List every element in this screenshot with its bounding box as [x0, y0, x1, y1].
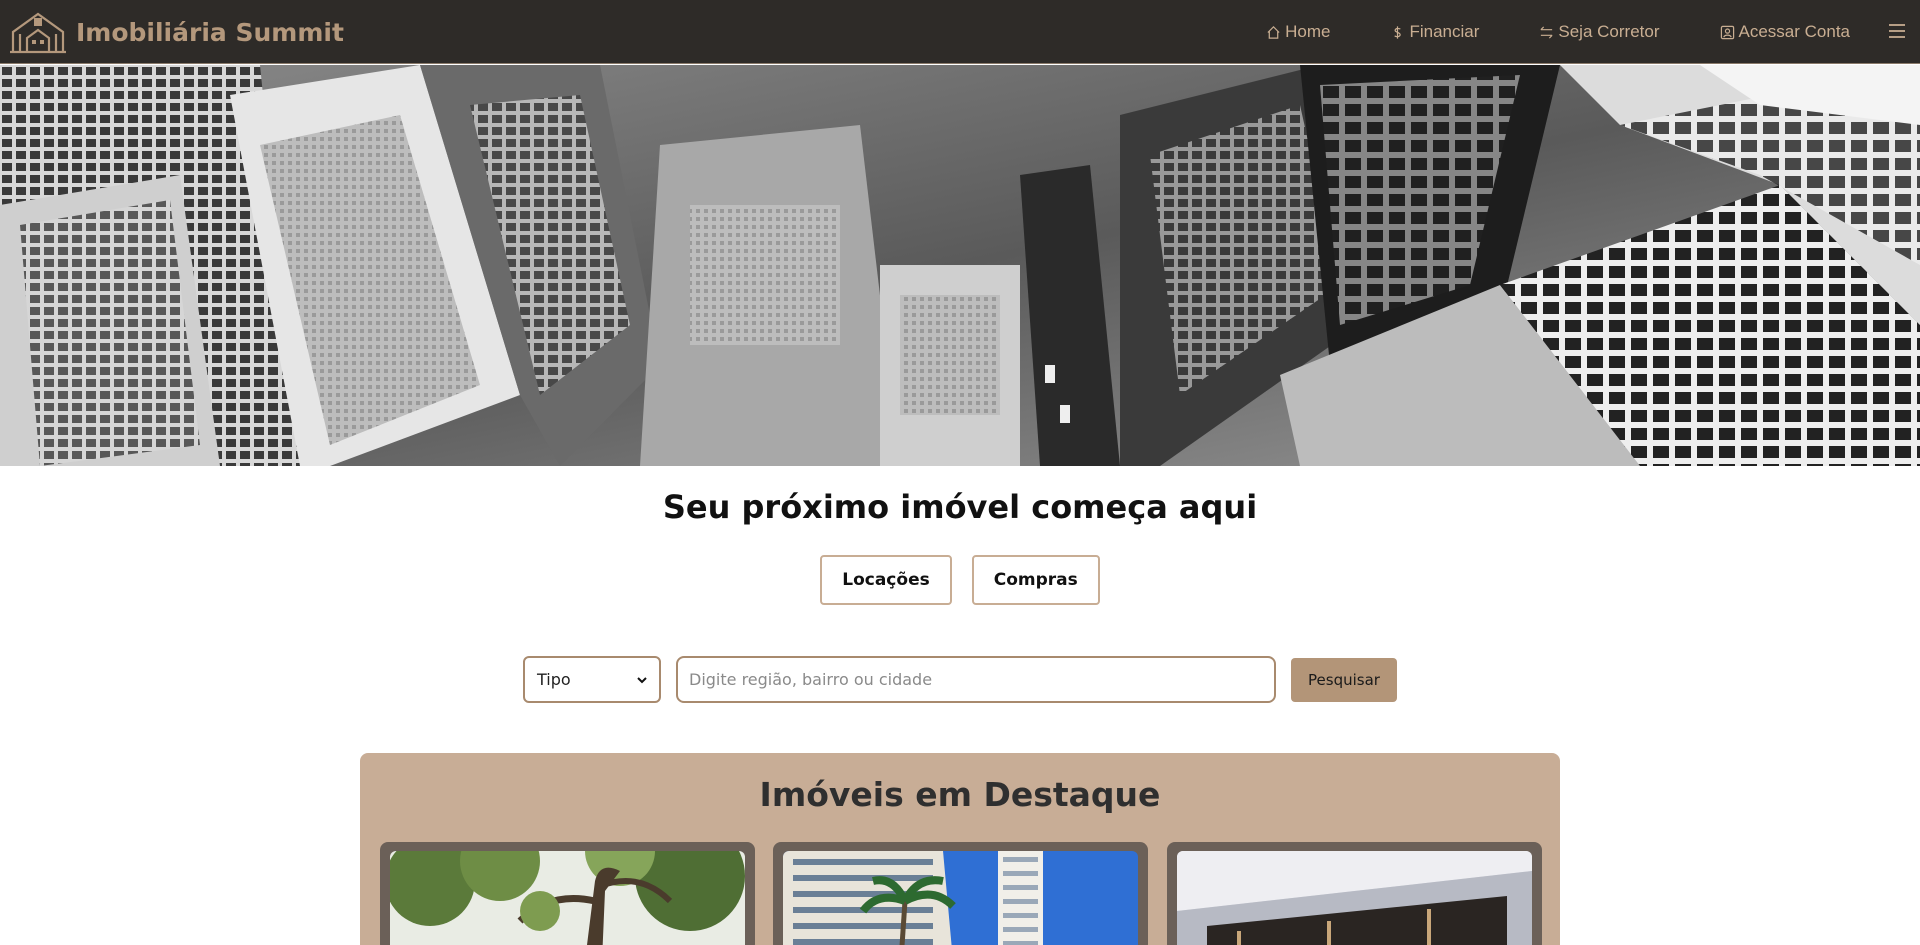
search-button[interactable]: Pesquisar	[1291, 657, 1397, 702]
locacoes-button[interactable]: Locações	[820, 555, 952, 605]
nav-acessar-conta[interactable]: Acessar Conta	[1720, 22, 1851, 42]
arrows-exchange-icon	[1539, 25, 1554, 40]
property-image	[1177, 851, 1532, 945]
nav-home[interactable]: Home	[1266, 22, 1330, 42]
main-nav: Home Financiar Seja Corretor Acessar Con…	[1266, 0, 1850, 64]
nav-financiar-label: Financiar	[1409, 22, 1480, 41]
nav-financiar[interactable]: Financiar	[1390, 22, 1479, 42]
nav-home-label: Home	[1285, 22, 1331, 41]
property-type-select[interactable]: Tipo	[523, 656, 661, 703]
mode-toggle-group: Locações Compras	[0, 555, 1920, 605]
brand-name: Imobiliária Summit	[76, 17, 344, 47]
home-icon	[1266, 25, 1281, 40]
brand[interactable]: Imobiliária Summit	[10, 10, 344, 54]
property-card[interactable]	[773, 842, 1148, 945]
nav-acessar-conta-label: Acessar Conta	[1738, 22, 1851, 41]
top-navbar: Imobiliária Summit Home Financiar Seja C…	[0, 0, 1920, 64]
nav-seja-corretor-label: Seja Corretor	[1558, 22, 1660, 41]
hero-city-image	[0, 65, 1920, 466]
hamburger-menu-icon[interactable]	[1888, 23, 1906, 39]
page-headline: Seu próximo imóvel começa aqui	[662, 488, 1258, 526]
property-card[interactable]	[1167, 842, 1542, 945]
search-bar: Tipo Pesquisar	[523, 656, 1397, 703]
nav-seja-corretor[interactable]: Seja Corretor	[1539, 22, 1660, 42]
featured-properties-section: Imóveis em Destaque	[360, 753, 1560, 945]
dollar-icon	[1390, 25, 1405, 40]
chevron-down-icon	[637, 676, 647, 683]
property-image	[390, 851, 745, 945]
property-card[interactable]	[380, 842, 755, 945]
property-type-value: Tipo	[537, 670, 571, 689]
property-image	[783, 851, 1138, 945]
user-card-icon	[1720, 25, 1735, 40]
house-columns-logo-icon	[10, 12, 66, 54]
location-search-input[interactable]	[676, 656, 1276, 703]
featured-title: Imóveis em Destaque	[759, 775, 1161, 814]
compras-button[interactable]: Compras	[971, 555, 1100, 605]
